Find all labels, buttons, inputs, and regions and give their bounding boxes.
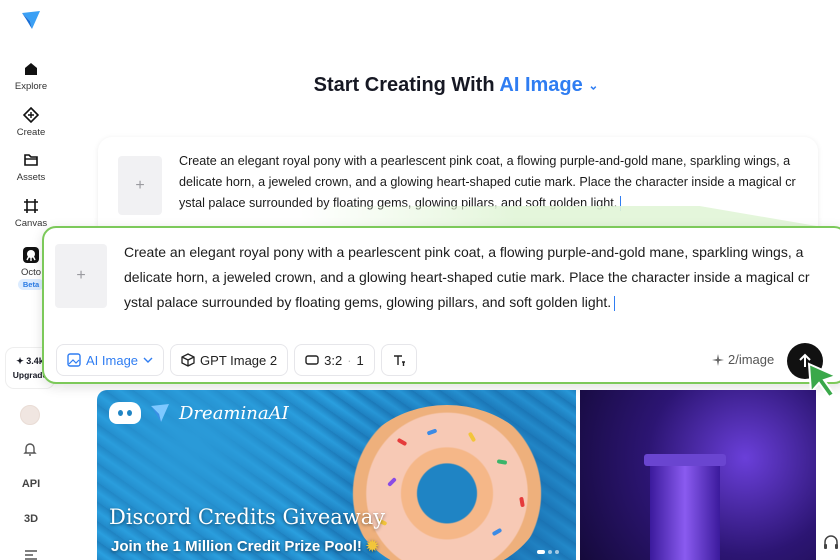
ratio-label: 3:2 — [324, 352, 343, 368]
text-caret — [614, 295, 616, 311]
carousel-dot[interactable] — [548, 550, 552, 554]
discord-icon — [109, 402, 141, 424]
sidebar-item-create[interactable]: Create — [0, 106, 62, 138]
sidebar-item-assets[interactable]: Assets — [0, 151, 62, 183]
prompt-line: ystal palace surrounded by floating gems… — [124, 290, 824, 315]
sun-emoji-icon: ✹ — [366, 538, 379, 555]
model-select[interactable]: GPT Image 2 — [170, 344, 289, 376]
sidebar-item-label: Canvas — [14, 218, 48, 229]
api-link[interactable]: API — [0, 478, 62, 490]
add-reference-button[interactable]: + — [118, 156, 162, 215]
prompt-toolbar: AI Image GPT Image 2 3:2 · 1 — [56, 344, 417, 376]
sidebar-item-canvas[interactable]: Canvas — [0, 197, 62, 229]
avatar[interactable] — [20, 405, 40, 425]
folder-icon — [22, 151, 40, 169]
product-tube-image — [644, 454, 726, 560]
prompt-line: Create an elegant royal pony with a pear… — [124, 244, 804, 260]
plus-icon: + — [76, 267, 86, 284]
menu-icon[interactable] — [24, 548, 38, 560]
model-label: GPT Image 2 — [200, 352, 278, 368]
model-type-selector[interactable]: AI Image ⌄ — [499, 74, 598, 96]
prompt-line: delicate horn, a jeweled crown, and a gl… — [179, 175, 796, 189]
headset-support-icon[interactable] — [822, 534, 840, 552]
canvas-icon — [22, 197, 40, 215]
app-page: Explore Create Assets Canvas Octo Beta ✦… — [0, 0, 840, 560]
sparkle-icon — [712, 353, 724, 366]
chevron-down-icon — [143, 357, 153, 363]
bell-icon[interactable] — [22, 441, 38, 462]
separator-dot: · — [347, 352, 352, 368]
chevron-down-icon: ⌄ — [588, 78, 599, 93]
dreamina-brand: DreaminaAI — [179, 402, 289, 424]
dreamina-logo-icon — [151, 404, 169, 422]
octo-icon — [22, 246, 40, 264]
text-style-button[interactable] — [380, 344, 417, 376]
page-title: Start Creating With AI Image ⌄ — [0, 74, 840, 97]
plus-icon: + — [135, 176, 145, 194]
count-label: 1 — [356, 352, 364, 368]
credits-count: ✦ 3.4k — [16, 356, 44, 366]
beta-badge: Beta — [17, 279, 45, 290]
carousel-dot[interactable] — [537, 550, 545, 554]
prompt-input[interactable]: Create an elegant royal pony with a pear… — [124, 240, 824, 315]
prompt-line-text: ystal palace surrounded by floating gems… — [124, 294, 612, 310]
prompt-line: delicate horn, a jeweled crown, and a gl… — [124, 269, 810, 285]
ratio-select[interactable]: 3:2 · 1 — [294, 344, 375, 376]
banner-title: Discord Credits Giveaway — [109, 505, 386, 529]
create-icon — [22, 106, 40, 124]
sidebar-item-label: Create — [16, 127, 46, 138]
cost-indicator: 2/image — [712, 352, 774, 367]
banner-subtitle: Join the 1 Million Credit Prize Pool! ✹ — [111, 537, 379, 555]
prompt-line: Create an elegant royal pony with a pear… — [179, 154, 791, 168]
prompt-card-zoomed: + Create an elegant royal pony with a pe… — [42, 226, 840, 384]
cost-label: 2/image — [728, 352, 775, 367]
image-icon — [67, 353, 81, 367]
mode-select[interactable]: AI Image — [56, 344, 165, 376]
mode-label: AI Image — [86, 352, 139, 368]
title-prefix: Start Creating With — [313, 74, 495, 96]
three-d-link[interactable]: 3D — [0, 513, 62, 525]
cube-icon — [181, 353, 195, 367]
text-icon — [393, 355, 405, 366]
sidebar-item-label: Assets — [16, 172, 46, 183]
carousel-dots[interactable] — [537, 550, 559, 554]
prompt-input-background[interactable]: Create an elegant royal pony with a pear… — [179, 151, 809, 214]
banner-logos: DreaminaAI — [109, 402, 289, 424]
promo-banner-secondary[interactable] — [580, 390, 816, 560]
sidebar-item-label: Octo — [20, 267, 42, 278]
carousel-dot[interactable] — [555, 550, 559, 554]
banner-subtitle-text: Join the 1 Million Credit Prize Pool! — [111, 538, 362, 555]
add-reference-button[interactable]: + — [55, 244, 107, 308]
aspect-ratio-icon — [305, 355, 319, 365]
app-logo-icon[interactable] — [20, 9, 42, 31]
promo-banner[interactable]: DreaminaAI Discord Credits Giveaway Join… — [97, 390, 576, 560]
title-accent: AI Image — [499, 74, 583, 96]
